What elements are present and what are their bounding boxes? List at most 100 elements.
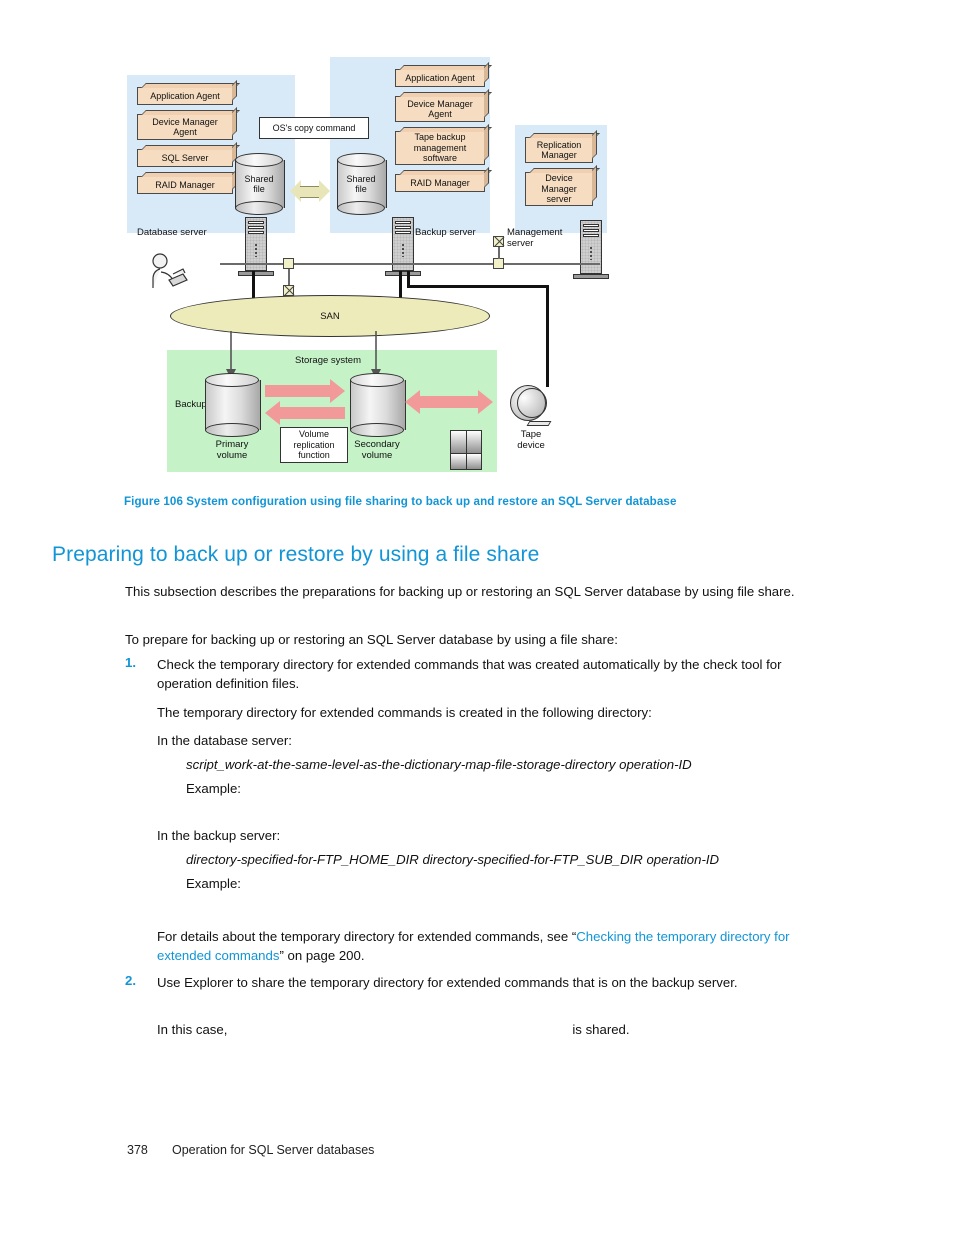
database-server-heading: In the database server:: [157, 733, 292, 748]
cylinder-bottom: [235, 201, 283, 215]
arrow-head: [405, 390, 420, 414]
san-cloud: SAN: [170, 295, 490, 337]
storage-system-label: Storage system: [295, 355, 361, 366]
backup-server-label: Backup server: [415, 227, 476, 238]
secondary-volume-cylinder: [350, 373, 406, 437]
disk-array-icon: [450, 430, 482, 470]
management-server-tower-icon: [573, 220, 609, 279]
arrow-head-right: [319, 180, 330, 202]
tower-indicator-dots: [401, 243, 404, 257]
section-heading: Preparing to back up or restore by using…: [52, 543, 540, 566]
network-terminator-db: [283, 285, 294, 296]
step-2-number: 2.: [125, 973, 136, 988]
document-page: Application Agent Device Manager Agent S…: [0, 0, 954, 1235]
database-server-example-label: Example:: [186, 781, 241, 796]
tower-base: [385, 271, 421, 276]
fibre-cable-to-tape-vertical: [546, 285, 549, 387]
shared-file-exchange-arrow: [290, 180, 330, 202]
tower-slot: [248, 231, 264, 234]
cylinder-top: [205, 373, 259, 387]
network-connector-db: [283, 258, 294, 269]
step-1-number: 1.: [125, 655, 136, 670]
arrow-head: [478, 390, 493, 414]
details-reference-paragraph: For details about the temporary director…: [157, 927, 807, 965]
arrow-head: [265, 401, 280, 425]
tower-base: [238, 271, 274, 276]
database-server-path: script_work-at-the-same-level-as-the-dic…: [186, 757, 692, 772]
tower-slot: [395, 231, 411, 234]
bk-component-raid-manager: RAID Manager: [395, 174, 485, 192]
step-1-sub-paragraph: The temporary directory for extended com…: [157, 705, 652, 720]
disk-cell: [451, 453, 466, 469]
database-server-label: Database server: [137, 227, 207, 238]
is-shared-suffix: is shared.: [572, 1022, 630, 1037]
mg-component-device-manager-server: Device Manager server: [525, 172, 593, 206]
cylinder-top: [337, 153, 385, 167]
network-drop-line: [288, 269, 290, 285]
tower-slot: [248, 226, 264, 229]
tower-slot: [583, 229, 599, 232]
disk-cell: [466, 453, 481, 469]
figure-106-diagram: Application Agent Device Manager Agent S…: [125, 55, 625, 475]
tower-slot: [583, 224, 599, 227]
tape-base: [526, 421, 552, 426]
backup-server-example-label: Example:: [186, 876, 241, 891]
primary-volume-cylinder: [205, 373, 261, 437]
operator-person-icon: [152, 253, 188, 288]
primary-volume-label: Primary volume: [215, 439, 249, 461]
fibre-cable-to-tape-horizontal: [407, 285, 549, 288]
db-component-sql-server: SQL Server: [137, 149, 233, 167]
tower-indicator-dots: [254, 243, 257, 257]
tape-device-label: Tape device: [517, 429, 545, 451]
tower-slot: [395, 226, 411, 229]
cylinder-top: [235, 153, 283, 167]
management-server-label: Management server: [507, 227, 563, 249]
db-component-application-agent: Application Agent: [137, 87, 233, 105]
bk-component-device-manager-agent: Device Manager Agent: [395, 96, 485, 122]
cylinder-bottom: [337, 201, 385, 215]
step-2-sub-paragraph: In this case, is shared.: [157, 1020, 827, 1039]
db-component-raid-manager: RAID Manager: [137, 176, 233, 194]
cylinder-bottom: [205, 423, 259, 437]
bk-component-application-agent: Application Agent: [395, 69, 485, 87]
cylinder-bottom: [350, 423, 404, 437]
prepare-paragraph: To prepare for backing up or restoring a…: [125, 632, 618, 647]
replication-arrow-forward: [265, 379, 345, 403]
network-bus-line: [220, 263, 600, 265]
tower-slot: [248, 221, 264, 224]
cylinder-top: [350, 373, 404, 387]
figure-caption: Figure 106 System configuration using fi…: [124, 495, 677, 508]
tower-slot: [395, 221, 411, 224]
tape-device-icon: [510, 385, 552, 426]
tape-transfer-arrow-left: [405, 390, 478, 414]
details-text-prefix: For details about the temporary director…: [157, 929, 577, 944]
in-this-case-prefix: In this case,: [157, 1022, 228, 1037]
tape-reel-secondary: [517, 388, 547, 418]
footer-chapter-title: Operation for SQL Server databases: [172, 1143, 375, 1157]
mg-component-replication-manager: Replication Manager: [525, 137, 593, 163]
step-2-text: Use Explorer to share the temporary dire…: [157, 975, 738, 990]
bk-component-tape-backup-software: Tape backup management software: [395, 131, 485, 165]
step-1-text: Check the temporary directory for extend…: [157, 657, 782, 691]
tower-base: [573, 274, 609, 279]
shared-file-cylinder-backup: Shared file: [337, 153, 387, 215]
shared-file-cylinder-db: Shared file: [235, 153, 285, 215]
details-text-suffix: ” on page 200.: [279, 948, 365, 963]
arrow-head: [330, 379, 345, 403]
network-drop-line: [498, 247, 500, 259]
arrow-bar: [300, 186, 320, 198]
tower-slot: [583, 234, 599, 237]
tower-indicator-dots: [589, 246, 592, 260]
backup-server-path: directory-specified-for-FTP_HOME_DIR dir…: [186, 852, 720, 867]
disk-cell: [466, 431, 481, 453]
footer-page-number: 378: [127, 1143, 148, 1157]
intro-paragraph: This subsection describes the preparatio…: [125, 584, 795, 599]
replication-arrow-reverse: [265, 401, 345, 425]
os-copy-command-box: OS's copy command: [259, 117, 369, 139]
network-connector-mg: [493, 258, 504, 269]
volume-replication-function-box: Volume replication function: [280, 427, 348, 463]
db-component-device-manager-agent: Device Manager Agent: [137, 114, 233, 140]
secondary-volume-label: Secondary volume: [354, 439, 400, 461]
backup-server-heading: In the backup server:: [157, 828, 281, 843]
disk-cell: [451, 431, 466, 453]
